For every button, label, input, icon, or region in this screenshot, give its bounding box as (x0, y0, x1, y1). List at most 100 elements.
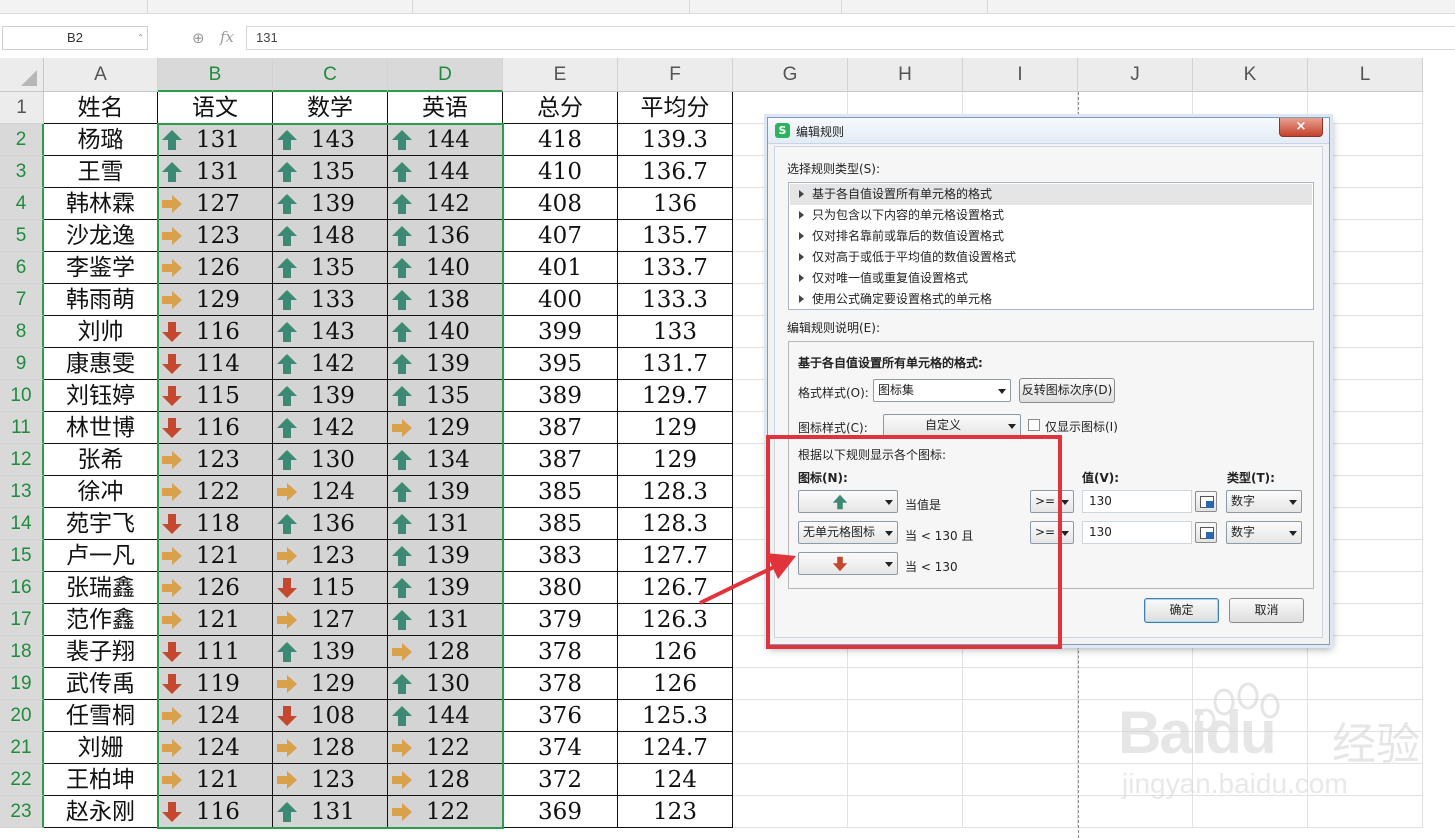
total-cell[interactable]: 374 (503, 732, 618, 764)
average-cell[interactable]: 126 (618, 636, 733, 668)
rule1-value-input[interactable]: 130 (1082, 490, 1192, 513)
total-cell[interactable]: 408 (503, 188, 618, 220)
average-cell[interactable]: 125.3 (618, 700, 733, 732)
formula-input[interactable]: 131 (246, 26, 1455, 50)
english-score-cell[interactable]: 140 (388, 316, 503, 348)
name-cell[interactable]: 沙龙逸 (44, 220, 158, 252)
row-header-20[interactable]: 20 (0, 700, 44, 732)
math-score-cell[interactable]: 124 (273, 476, 388, 508)
name-cell[interactable]: 李鉴学 (44, 252, 158, 284)
total-cell[interactable]: 410 (503, 156, 618, 188)
english-score-cell[interactable]: 144 (388, 124, 503, 156)
name-cell[interactable]: 杨璐 (44, 124, 158, 156)
average-cell[interactable]: 129.7 (618, 380, 733, 412)
name-cell[interactable]: 苑宇飞 (44, 508, 158, 540)
chinese-score-cell[interactable]: 126 (158, 252, 273, 284)
math-score-cell[interactable]: 139 (273, 380, 388, 412)
average-cell[interactable]: 127.7 (618, 540, 733, 572)
row-header-3[interactable]: 3 (0, 156, 44, 188)
row-header-19[interactable]: 19 (0, 668, 44, 700)
average-cell[interactable]: 139.3 (618, 124, 733, 156)
empty-cell[interactable] (848, 764, 963, 796)
icon-style-select[interactable]: 自定义 (883, 414, 1021, 437)
total-cell[interactable]: 379 (503, 604, 618, 636)
empty-cell[interactable] (963, 732, 1078, 764)
column-header-h[interactable]: H (848, 58, 963, 92)
column-header-c[interactable]: C (273, 58, 388, 92)
rule-type-item[interactable]: 仅对排名靠前或靠后的数值设置格式 (790, 226, 1312, 247)
name-cell[interactable]: 王雪 (44, 156, 158, 188)
english-score-cell[interactable]: 131 (388, 604, 503, 636)
name-cell[interactable]: 赵永刚 (44, 796, 158, 828)
total-cell[interactable]: 407 (503, 220, 618, 252)
total-cell[interactable]: 385 (503, 476, 618, 508)
fx-icon[interactable]: fx (220, 28, 234, 46)
empty-cell[interactable] (963, 764, 1078, 796)
total-cell[interactable]: 376 (503, 700, 618, 732)
chinese-score-cell[interactable]: 129 (158, 284, 273, 316)
rule2-type-select[interactable]: 数字 (1226, 521, 1302, 544)
row-header-12[interactable]: 12 (0, 444, 44, 476)
name-cell[interactable]: 张希 (44, 444, 158, 476)
math-score-cell[interactable]: 123 (273, 764, 388, 796)
name-cell[interactable]: 韩雨萌 (44, 284, 158, 316)
rule-type-item[interactable]: 使用公式确定要设置格式的单元格 (790, 289, 1312, 310)
chinese-score-cell[interactable]: 116 (158, 412, 273, 444)
english-score-cell[interactable]: 144 (388, 156, 503, 188)
column-header-j[interactable]: J (1078, 58, 1193, 92)
name-cell[interactable]: 徐冲 (44, 476, 158, 508)
chinese-score-cell[interactable]: 111 (158, 636, 273, 668)
column-header-e[interactable]: E (503, 58, 618, 92)
name-cell[interactable]: 范作鑫 (44, 604, 158, 636)
chinese-score-cell[interactable]: 126 (158, 572, 273, 604)
name-cell[interactable]: 武传禹 (44, 668, 158, 700)
total-cell[interactable]: 378 (503, 668, 618, 700)
row-header-16[interactable]: 16 (0, 572, 44, 604)
average-cell[interactable]: 126.3 (618, 604, 733, 636)
row-header-21[interactable]: 21 (0, 732, 44, 764)
dialog-titlebar[interactable]: S 编辑规则 × (768, 118, 1329, 144)
ok-button[interactable]: 确定 (1144, 598, 1219, 623)
empty-cell[interactable] (963, 700, 1078, 732)
header-cell[interactable]: 平均分 (618, 92, 733, 124)
math-score-cell[interactable]: 108 (273, 700, 388, 732)
header-cell[interactable]: 总分 (503, 92, 618, 124)
average-cell[interactable]: 126 (618, 668, 733, 700)
name-cell[interactable]: 裴子翔 (44, 636, 158, 668)
math-score-cell[interactable]: 136 (273, 508, 388, 540)
row-header-1[interactable]: 1 (0, 92, 44, 124)
chevron-down-icon[interactable]: ⌃ (137, 27, 144, 49)
average-cell[interactable]: 124 (618, 764, 733, 796)
header-cell[interactable]: 姓名 (44, 92, 158, 124)
chinese-score-cell[interactable]: 118 (158, 508, 273, 540)
chinese-score-cell[interactable]: 124 (158, 732, 273, 764)
empty-cell[interactable] (963, 668, 1078, 700)
math-score-cell[interactable]: 142 (273, 412, 388, 444)
average-cell[interactable]: 129 (618, 412, 733, 444)
english-score-cell[interactable]: 138 (388, 284, 503, 316)
math-score-cell[interactable]: 128 (273, 732, 388, 764)
average-cell[interactable]: 133.3 (618, 284, 733, 316)
chinese-score-cell[interactable]: 121 (158, 604, 273, 636)
name-cell[interactable]: 卢一凡 (44, 540, 158, 572)
total-cell[interactable]: 369 (503, 796, 618, 828)
average-cell[interactable]: 133 (618, 316, 733, 348)
total-cell[interactable]: 380 (503, 572, 618, 604)
average-cell[interactable]: 129 (618, 444, 733, 476)
english-score-cell[interactable]: 122 (388, 796, 503, 828)
english-score-cell[interactable]: 139 (388, 476, 503, 508)
average-cell[interactable]: 136.7 (618, 156, 733, 188)
empty-cell[interactable] (848, 668, 963, 700)
header-cell[interactable]: 英语 (388, 92, 503, 124)
cell-picker-icon[interactable] (1195, 522, 1217, 543)
english-score-cell[interactable]: 139 (388, 540, 503, 572)
rule-type-list[interactable]: 基于各自值设置所有单元格的格式 只为包含以下内容的单元格设置格式 仅对排名靠前或… (788, 182, 1314, 310)
zoom-icon[interactable]: ⊕ (192, 29, 205, 47)
chinese-score-cell[interactable]: 123 (158, 220, 273, 252)
rule-type-item[interactable]: 仅对唯一值或重复值设置格式 (790, 268, 1312, 289)
english-score-cell[interactable]: 139 (388, 348, 503, 380)
english-score-cell[interactable]: 128 (388, 764, 503, 796)
rule2-value-input[interactable]: 130 (1082, 521, 1192, 544)
row-header-11[interactable]: 11 (0, 412, 44, 444)
column-header-i[interactable]: I (963, 58, 1078, 92)
